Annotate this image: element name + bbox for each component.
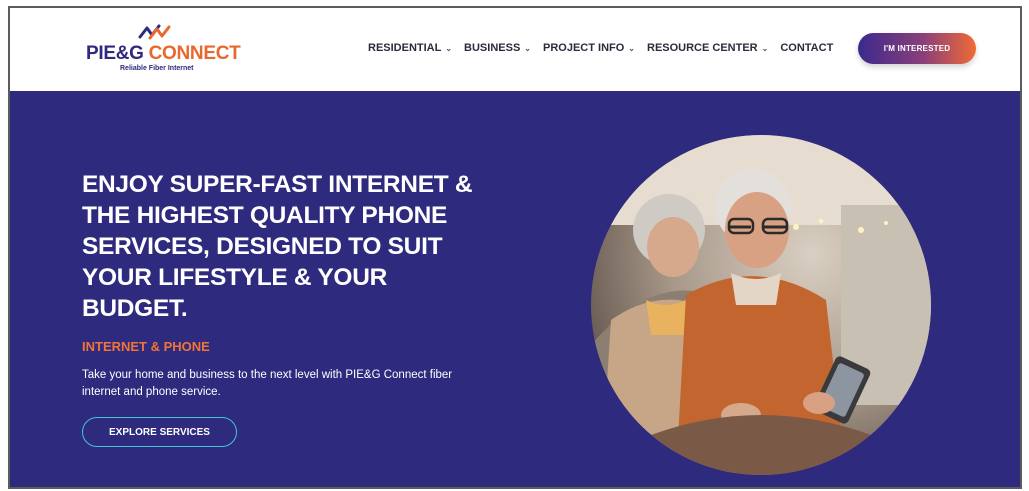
site-logo[interactable]: PIE&G CONNECT Reliable Fiber Internet (86, 24, 241, 76)
explore-services-button[interactable]: EXPLORE SERVICES (82, 417, 237, 447)
main-nav: RESIDENTIAL ⌄ BUSINESS ⌄ PROJECT INFO ⌄ … (368, 42, 845, 54)
nav-item-label: RESIDENTIAL (368, 42, 442, 54)
logo-wordmark: PIE&G CONNECT (86, 43, 241, 65)
nav-item-label: CONTACT (780, 42, 834, 54)
nav-item-project-info[interactable]: PROJECT INFO ⌄ (543, 42, 635, 54)
chevron-down-icon: ⌄ (524, 43, 531, 53)
chevron-down-icon: ⌄ (628, 43, 635, 53)
nav-item-label: PROJECT INFO (543, 42, 625, 54)
chevron-down-icon: ⌄ (445, 43, 453, 53)
chevron-down-icon: ⌄ (761, 43, 769, 53)
site-header: PIE&G CONNECT Reliable Fiber Internet RE… (10, 8, 1020, 91)
logo-name-part2: CONNECT (148, 43, 241, 64)
hero-title: ENJOY SUPER-FAST INTERNET & THE HIGHEST … (82, 171, 473, 322)
nav-item-residential[interactable]: RESIDENTIAL ⌄ (368, 42, 452, 54)
hero-subtitle: INTERNET & PHONE (82, 339, 210, 354)
nav-item-label: RESOURCE CENTER (647, 42, 758, 54)
signal-waves-icon (138, 24, 171, 40)
nav-item-resource-center[interactable]: RESOURCE CENTER ⌄ (647, 42, 768, 54)
im-interested-button[interactable]: I'M INTERESTED (858, 33, 976, 64)
browser-frame: PIE&G CONNECT Reliable Fiber Internet RE… (8, 6, 1022, 489)
hero-description: Take your home and business to the next … (82, 369, 453, 398)
couple-with-tablet-photo (591, 135, 931, 475)
logo-name-part1: PIE&G (86, 43, 144, 64)
nav-item-label: BUSINESS (464, 42, 521, 54)
nav-item-contact[interactable]: CONTACT (780, 42, 833, 54)
logo-tagline: Reliable Fiber Internet (120, 65, 194, 72)
hero-section: ENJOY SUPER-FAST INTERNET & THE HIGHEST … (10, 91, 1020, 487)
nav-item-business[interactable]: BUSINESS ⌄ (464, 42, 531, 54)
